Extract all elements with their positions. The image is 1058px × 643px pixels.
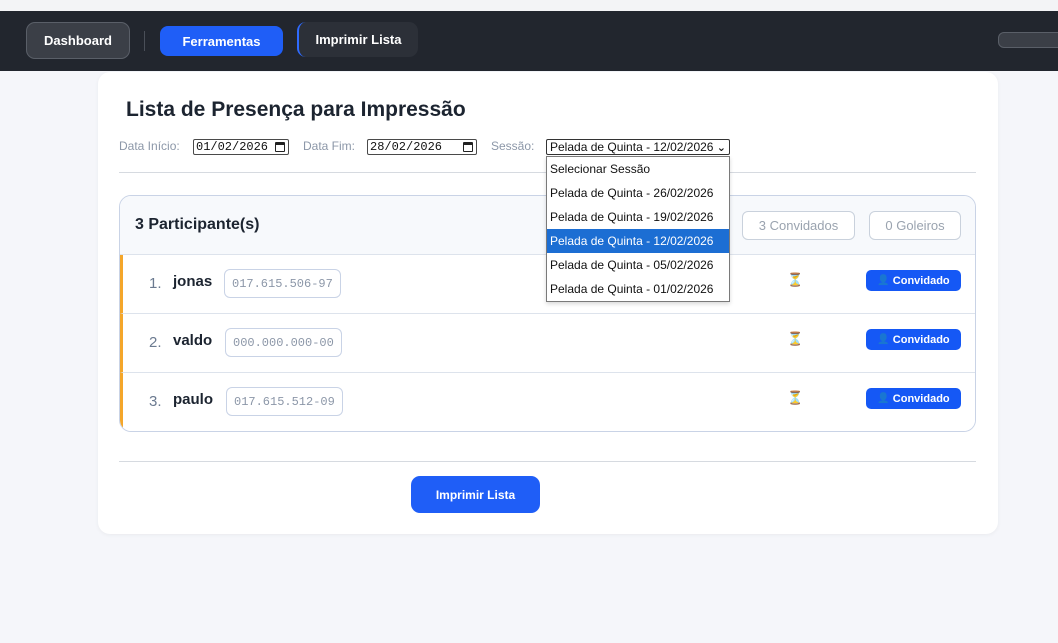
sessao-option[interactable]: Pelada de Quinta - 19/02/2026 [547, 205, 729, 229]
sessao-option-selected[interactable]: Pelada de Quinta - 12/02/2026 [547, 229, 729, 253]
nav-imprimir-lista-button[interactable]: Imprimir Lista [297, 22, 418, 57]
divider [119, 461, 976, 462]
hourglass-icon: ⏳ [787, 272, 804, 287]
participant-name: valdo [173, 332, 213, 349]
data-fim-label: Data Fim: [303, 139, 356, 153]
convidados-count-pill: 3 Convidados [742, 211, 855, 240]
badge-label: Convidado [892, 274, 950, 287]
participant-row: 3. paulo 017.615.512-09 ⏳ 👤 Convidado [120, 373, 975, 431]
data-inicio-label: Data Início: [119, 139, 180, 153]
sessao-label: Sessão: [491, 139, 535, 153]
data-inicio-value: 01/02/2026 [196, 140, 269, 154]
nav-dashboard-button[interactable]: Dashboard [26, 22, 130, 59]
badge-label: Convidado [892, 333, 950, 346]
page-title: Lista de Presença para Impressão [126, 98, 466, 121]
participant-row: 2. valdo 000.000.000-00 ⏳ 👤 Convidado [120, 314, 975, 373]
sessao-option[interactable]: Pelada de Quinta - 05/02/2026 [547, 253, 729, 277]
convidado-badge: 👤 Convidado [866, 270, 961, 291]
print-list-button[interactable]: Imprimir Lista [411, 476, 540, 513]
participant-name: paulo [173, 391, 213, 408]
data-fim-input[interactable]: 28/02/2026 [367, 139, 477, 155]
participant-cpf: 017.615.512-09 [226, 387, 343, 416]
row-number: 1. [149, 275, 162, 292]
row-number: 2. [149, 334, 162, 351]
participants-count-title: 3 Participante(s) [135, 216, 260, 233]
data-fim-value: 28/02/2026 [370, 140, 443, 154]
sessao-select[interactable]: Pelada de Quinta - 12/02/2026 ⌄ [546, 139, 730, 155]
participant-cpf: 000.000.000-00 [225, 328, 342, 357]
participant-name: jonas [173, 273, 213, 290]
user-icon: 👤 [877, 334, 890, 345]
sessao-dropdown-list[interactable]: Selecionar Sessão Pelada de Quinta - 26/… [546, 156, 730, 302]
user-icon: 👤 [877, 275, 890, 286]
goleiros-count-pill: 0 Goleiros [869, 211, 961, 240]
data-inicio-input[interactable]: 01/02/2026 [193, 139, 289, 155]
hourglass-icon: ⏳ [787, 390, 804, 405]
chevron-down-icon: ⌄ [716, 142, 726, 154]
sessao-option[interactable]: Pelada de Quinta - 26/02/2026 [547, 181, 729, 205]
sessao-option[interactable]: Pelada de Quinta - 01/02/2026 [547, 277, 729, 301]
badge-label: Convidado [892, 392, 950, 405]
calendar-icon[interactable] [275, 142, 285, 152]
nav-ferramentas-button[interactable]: Ferramentas [160, 26, 283, 56]
participant-cpf: 017.615.506-97 [224, 269, 341, 298]
nav-separator [144, 31, 145, 51]
print-list-card: Lista de Presença para Impressão Data In… [98, 72, 998, 534]
top-strip [0, 0, 1058, 11]
calendar-icon[interactable] [463, 142, 473, 152]
nav-user-menu[interactable] [998, 32, 1058, 48]
convidado-badge: 👤 Convidado [866, 388, 961, 409]
row-number: 3. [149, 393, 162, 410]
sessao-selected-value: Pelada de Quinta - 12/02/2026 [550, 140, 714, 154]
sessao-option[interactable]: Selecionar Sessão [547, 157, 729, 181]
convidado-badge: 👤 Convidado [866, 329, 961, 350]
user-icon: 👤 [877, 393, 890, 404]
navbar: Dashboard Ferramentas Imprimir Lista [0, 11, 1058, 71]
hourglass-icon: ⏳ [787, 331, 804, 346]
